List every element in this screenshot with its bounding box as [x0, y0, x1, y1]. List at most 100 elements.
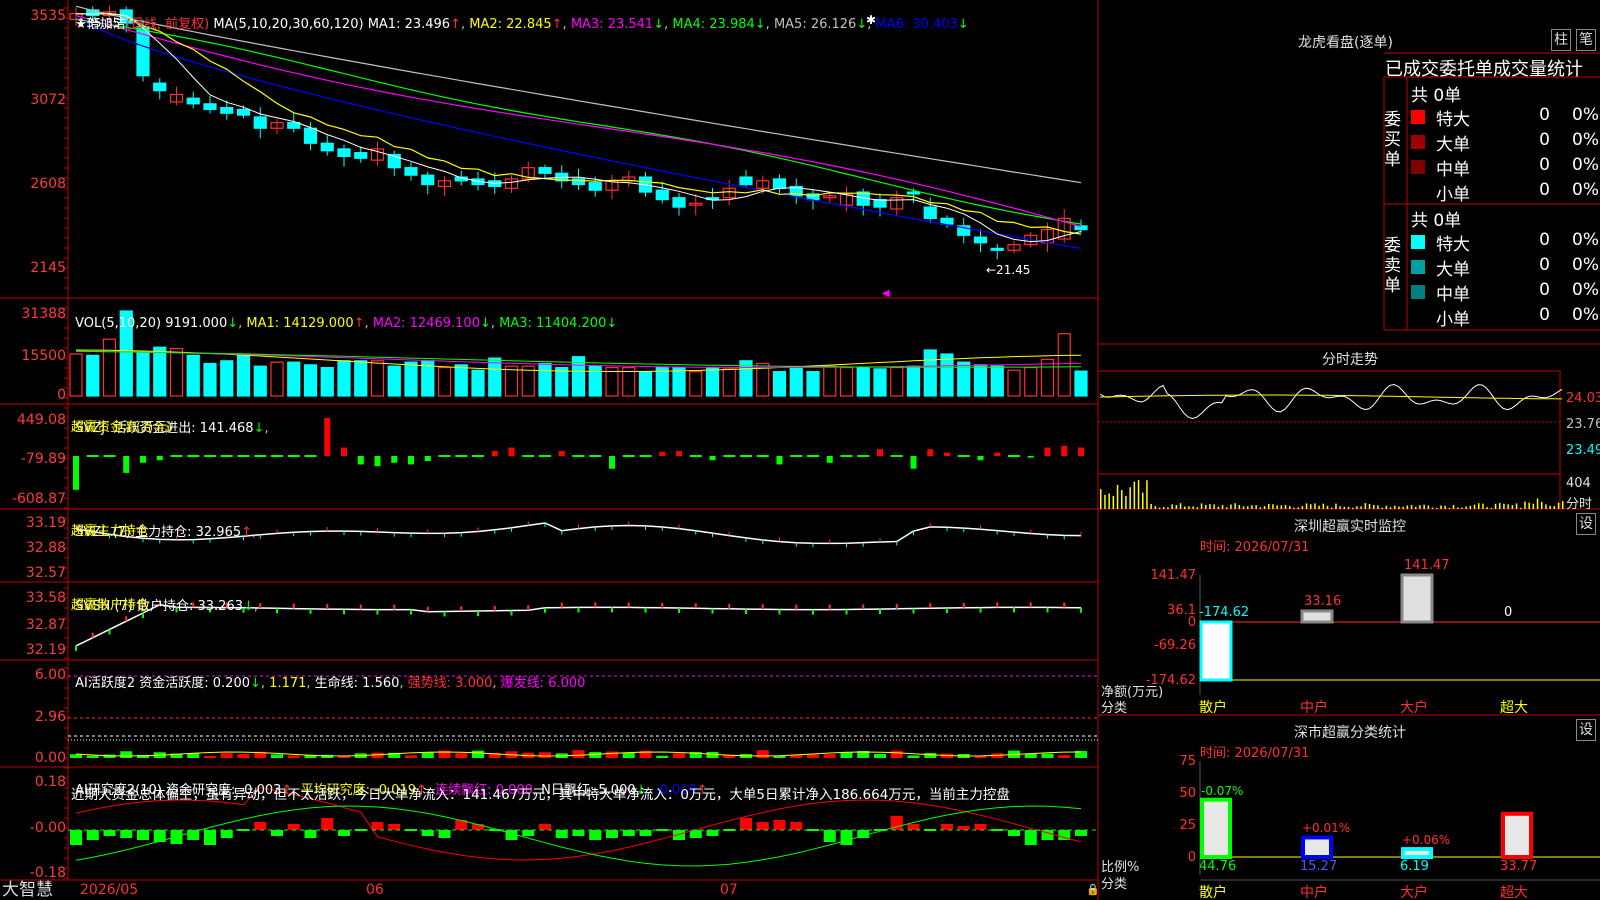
money-flow-bar	[187, 455, 200, 457]
minute-volume-bar	[1553, 505, 1556, 509]
minute-volume-bar	[1419, 505, 1421, 509]
volume-bar	[337, 360, 351, 397]
minute-volume-bar	[1297, 507, 1299, 509]
minute-volume-bar	[1247, 506, 1249, 509]
buy-orders-label: 委买单	[1384, 110, 1401, 170]
minute-volume-bar	[1431, 507, 1434, 509]
minute-volume-bar	[1528, 502, 1530, 509]
ma-values: MA1: 23.496↑, MA2: 22.845↑, MA3: 23.541↓…	[367, 17, 969, 32]
minute-volume-bar	[1465, 506, 1467, 509]
bar-delta-label: -0.07%	[1201, 783, 1244, 798]
ma4-line	[75, 18, 1082, 225]
minute-volume-bar	[1377, 505, 1379, 509]
minute-volume-bar	[1276, 505, 1278, 509]
research-bar	[790, 822, 803, 830]
money-flow-bar	[957, 455, 970, 457]
tick-view-button[interactable]: 笔	[1576, 29, 1596, 51]
minute-vol-unit: 分时	[1566, 497, 1593, 512]
minute-volume-bar	[1335, 503, 1337, 509]
svzl-subtitle: 超赢主力持仓	[71, 524, 150, 539]
order-size-label: 小单	[1436, 310, 1470, 330]
volume-bar	[789, 366, 803, 397]
minute-volume-bar	[1184, 506, 1186, 509]
minute-volume-bar	[1562, 501, 1564, 509]
volume-bar	[354, 360, 368, 397]
price-axis-label: 3535	[30, 8, 66, 24]
vol-panel-header: VOL(5,10,20) 9191.000↓, MA1: 14129.000↑,…	[75, 316, 618, 331]
volume-bar	[86, 354, 100, 397]
minute-volume-bar	[1284, 504, 1287, 509]
price-axis-label: 2608	[30, 176, 66, 192]
net-bar	[1199, 620, 1233, 682]
research-bar	[103, 830, 116, 836]
minute-volume-bar	[1121, 490, 1123, 509]
activity-bar	[237, 753, 250, 758]
sz-class-settings-button[interactable]: 设	[1576, 719, 1596, 741]
high-arrow-icon: ↑	[76, 16, 87, 30]
money-flow-bar	[927, 449, 934, 456]
activity-bar	[622, 752, 635, 758]
activity-bar	[70, 754, 82, 758]
research-bar	[522, 830, 535, 836]
minute-volume-bar	[1200, 503, 1203, 509]
money-flow-bar	[357, 456, 364, 465]
volume-bar	[555, 366, 569, 397]
activity-bar	[271, 754, 283, 758]
ai2-axis-label: 6.00	[34, 667, 66, 683]
minute-volume-bar	[1461, 507, 1463, 509]
minute-volume-bar	[1293, 507, 1295, 509]
money-flow-bar	[424, 456, 431, 462]
activity-bar	[890, 750, 903, 758]
category-label: 大户	[1400, 700, 1428, 716]
research-bar	[1075, 830, 1087, 836]
cursor-marker-icon: ◀	[882, 288, 890, 299]
activity-bar	[756, 750, 769, 758]
sz-class-title: 深市超赢分类统计	[1294, 725, 1406, 741]
activity-bar	[807, 754, 819, 758]
candlestick	[923, 206, 937, 219]
activity-bar	[840, 752, 853, 758]
sz-monitor-axis-label: 141.47	[1150, 568, 1197, 583]
money-flow-bar	[103, 455, 116, 457]
research-bar	[974, 824, 987, 830]
period-label[interactable]: (日线, 前复权)	[126, 17, 209, 32]
money-flow-bar	[1027, 456, 1034, 458]
sz-monitor-time: 时间: 2026/07/31	[1200, 540, 1310, 555]
research-bar	[371, 822, 384, 830]
sz-monitor-settings-button[interactable]: 设	[1576, 513, 1596, 535]
vol-axis-label: 15500	[21, 348, 66, 364]
minute-volume-bar	[1230, 504, 1232, 509]
money-flow-bar	[341, 447, 347, 456]
minute-volume-bar	[1125, 495, 1127, 509]
minute-volume-bar	[1242, 506, 1245, 509]
ai-research-axis-label: -0.00	[29, 820, 66, 836]
order-size-label: 大单	[1436, 135, 1470, 155]
minute-volume-bar	[1209, 504, 1211, 509]
money-flow-bar	[1044, 447, 1051, 456]
money-flow-bar	[204, 455, 216, 457]
minute-volume-bar	[1255, 505, 1257, 509]
bar-value-label: 33.77	[1500, 859, 1538, 874]
dragon-title: 龙虎看盘(逐单)	[1298, 35, 1393, 51]
bar-value-label: -174.62	[1199, 604, 1250, 620]
order-percent: 0%	[1572, 305, 1599, 325]
minute-vol-label: 404	[1566, 476, 1591, 491]
minute-volume-bar	[1490, 507, 1493, 509]
research-bar	[941, 824, 953, 830]
bar-value-label: 141.47	[1404, 558, 1450, 573]
volume-bar	[705, 366, 720, 397]
volume-bar	[973, 364, 988, 397]
lock-icon[interactable]: 🔒	[1086, 882, 1100, 898]
svzl-axis-label: 32.57	[25, 565, 66, 581]
money-flow-bar	[522, 455, 535, 457]
minute-volume-bar	[1116, 484, 1119, 509]
minute-axis-label: 23.49	[1566, 443, 1600, 458]
volume-bar	[153, 346, 167, 397]
volume-bar	[689, 371, 703, 397]
order-percent: 0%	[1572, 180, 1599, 200]
price-axis-label: 2145	[30, 260, 66, 276]
bar-view-button[interactable]: 柱	[1551, 29, 1571, 51]
order-percent: 0%	[1572, 105, 1599, 125]
volume-bar	[186, 354, 200, 397]
activity-bar	[572, 750, 585, 758]
